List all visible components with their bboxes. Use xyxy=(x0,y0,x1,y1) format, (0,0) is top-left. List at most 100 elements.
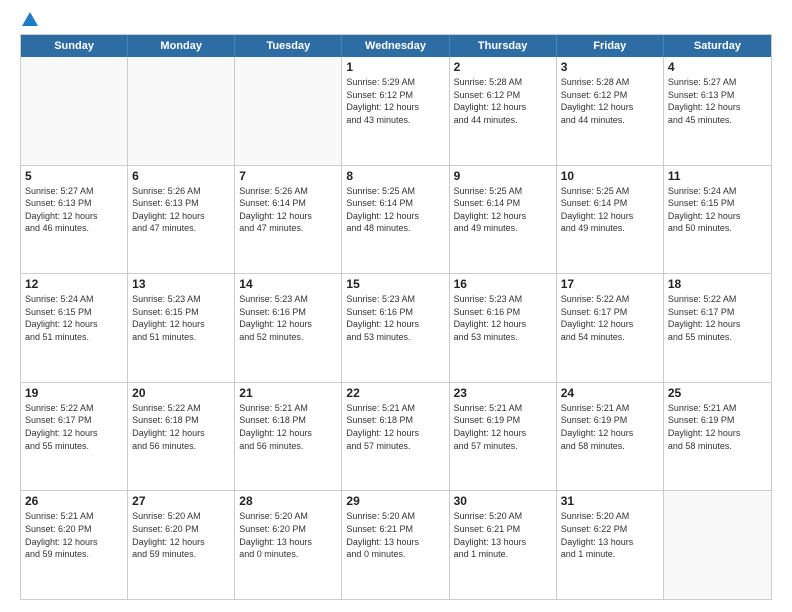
cell-info: Sunrise: 5:21 AM Sunset: 6:19 PM Dayligh… xyxy=(561,402,659,452)
day-number: 22 xyxy=(346,386,444,400)
cell-info: Sunrise: 5:22 AM Sunset: 6:18 PM Dayligh… xyxy=(132,402,230,452)
calendar-cell: 28 Sunrise: 5:20 AM Sunset: 6:20 PM Dayli… xyxy=(235,491,342,599)
calendar-cell: 7 Sunrise: 5:26 AM Sunset: 6:14 PM Daylig… xyxy=(235,166,342,274)
calendar-cell: 13Sunrise: 5:23 AM Sunset: 6:15 PM Dayli… xyxy=(128,274,235,382)
cell-info: Sunrise: 5:21 AM Sunset: 6:18 PM Dayligh… xyxy=(239,402,337,452)
calendar-header-cell: Thursday xyxy=(450,35,557,57)
calendar-cell: 5 Sunrise: 5:27 AM Sunset: 6:13 PM Daylig… xyxy=(21,166,128,274)
calendar-header-cell: Saturday xyxy=(664,35,771,57)
cell-info: Sunrise: 5:24 AM Sunset: 6:15 PM Dayligh… xyxy=(25,293,123,343)
calendar-cell: 1Sunrise: 5:29 AM Sunset: 6:12 PM Daylig… xyxy=(342,57,449,165)
calendar-cell: 30 Sunrise: 5:20 AM Sunset: 6:21 PM Dayli… xyxy=(450,491,557,599)
calendar-cell: 18 Sunrise: 5:22 AM Sunset: 6:17 PM Dayli… xyxy=(664,274,771,382)
day-number: 6 xyxy=(132,169,230,183)
calendar-cell: 6 Sunrise: 5:26 AM Sunset: 6:13 PM Daylig… xyxy=(128,166,235,274)
logo xyxy=(20,16,38,26)
cell-info: Sunrise: 5:24 AM Sunset: 6:15 PM Dayligh… xyxy=(668,185,767,235)
day-number: 16 xyxy=(454,277,552,291)
day-number: 29 xyxy=(346,494,444,508)
page: SundayMondayTuesdayWednesdayThursdayFrid… xyxy=(0,0,792,612)
day-number: 26 xyxy=(25,494,123,508)
cell-info: Sunrise: 5:22 AM Sunset: 6:17 PM Dayligh… xyxy=(561,293,659,343)
cell-info: Sunrise: 5:20 AM Sunset: 6:20 PM Dayligh… xyxy=(132,510,230,560)
calendar-cell: 26 Sunrise: 5:21 AM Sunset: 6:20 PM Dayli… xyxy=(21,491,128,599)
day-number: 7 xyxy=(239,169,337,183)
cell-info: Sunrise: 5:22 AM Sunset: 6:17 PM Dayligh… xyxy=(668,293,767,343)
calendar-cell: 31 Sunrise: 5:20 AM Sunset: 6:22 PM Dayli… xyxy=(557,491,664,599)
day-number: 20 xyxy=(132,386,230,400)
calendar-week: 1Sunrise: 5:29 AM Sunset: 6:12 PM Daylig… xyxy=(21,57,771,166)
cell-info: Sunrise: 5:27 AM Sunset: 6:13 PM Dayligh… xyxy=(668,76,767,126)
day-number: 12 xyxy=(25,277,123,291)
cell-info: Sunrise: 5:21 AM Sunset: 6:20 PM Dayligh… xyxy=(25,510,123,560)
calendar-cell: 15Sunrise: 5:23 AM Sunset: 6:16 PM Dayli… xyxy=(342,274,449,382)
day-number: 5 xyxy=(25,169,123,183)
calendar-cell: 25 Sunrise: 5:21 AM Sunset: 6:19 PM Dayli… xyxy=(664,383,771,491)
day-number: 11 xyxy=(668,169,767,183)
day-number: 10 xyxy=(561,169,659,183)
day-number: 13 xyxy=(132,277,230,291)
calendar-header-cell: Monday xyxy=(128,35,235,57)
calendar-body: 1Sunrise: 5:29 AM Sunset: 6:12 PM Daylig… xyxy=(21,57,771,599)
cell-info: Sunrise: 5:21 AM Sunset: 6:18 PM Dayligh… xyxy=(346,402,444,452)
day-number: 30 xyxy=(454,494,552,508)
calendar-week: 19 Sunrise: 5:22 AM Sunset: 6:17 PM Dayli… xyxy=(21,383,771,492)
calendar-cell: 12 Sunrise: 5:24 AM Sunset: 6:15 PM Dayli… xyxy=(21,274,128,382)
calendar-cell: 4 Sunrise: 5:27 AM Sunset: 6:13 PM Daylig… xyxy=(664,57,771,165)
calendar-week: 12 Sunrise: 5:24 AM Sunset: 6:15 PM Dayli… xyxy=(21,274,771,383)
calendar-cell xyxy=(235,57,342,165)
calendar-cell xyxy=(664,491,771,599)
calendar-week: 5 Sunrise: 5:27 AM Sunset: 6:13 PM Daylig… xyxy=(21,166,771,275)
cell-info: Sunrise: 5:21 AM Sunset: 6:19 PM Dayligh… xyxy=(668,402,767,452)
logo-triangle-icon xyxy=(22,12,38,26)
day-number: 31 xyxy=(561,494,659,508)
cell-info: Sunrise: 5:28 AM Sunset: 6:12 PM Dayligh… xyxy=(561,76,659,126)
header xyxy=(20,16,772,26)
calendar-cell: 29 Sunrise: 5:20 AM Sunset: 6:21 PM Dayli… xyxy=(342,491,449,599)
calendar-cell: 19 Sunrise: 5:22 AM Sunset: 6:17 PM Dayli… xyxy=(21,383,128,491)
calendar-cell: 10Sunrise: 5:25 AM Sunset: 6:14 PM Dayli… xyxy=(557,166,664,274)
cell-info: Sunrise: 5:20 AM Sunset: 6:21 PM Dayligh… xyxy=(346,510,444,560)
cell-info: Sunrise: 5:25 AM Sunset: 6:14 PM Dayligh… xyxy=(454,185,552,235)
day-number: 2 xyxy=(454,60,552,74)
day-number: 17 xyxy=(561,277,659,291)
day-number: 3 xyxy=(561,60,659,74)
cell-info: Sunrise: 5:26 AM Sunset: 6:13 PM Dayligh… xyxy=(132,185,230,235)
day-number: 23 xyxy=(454,386,552,400)
calendar-cell: 17 Sunrise: 5:22 AM Sunset: 6:17 PM Dayli… xyxy=(557,274,664,382)
cell-info: Sunrise: 5:28 AM Sunset: 6:12 PM Dayligh… xyxy=(454,76,552,126)
calendar-cell: 24 Sunrise: 5:21 AM Sunset: 6:19 PM Dayli… xyxy=(557,383,664,491)
day-number: 9 xyxy=(454,169,552,183)
calendar-header-cell: Sunday xyxy=(21,35,128,57)
calendar-cell: 8Sunrise: 5:25 AM Sunset: 6:14 PM Daylig… xyxy=(342,166,449,274)
day-number: 24 xyxy=(561,386,659,400)
calendar-header-cell: Tuesday xyxy=(235,35,342,57)
cell-info: Sunrise: 5:27 AM Sunset: 6:13 PM Dayligh… xyxy=(25,185,123,235)
cell-info: Sunrise: 5:20 AM Sunset: 6:22 PM Dayligh… xyxy=(561,510,659,560)
day-number: 25 xyxy=(668,386,767,400)
calendar-cell: 14 Sunrise: 5:23 AM Sunset: 6:16 PM Dayli… xyxy=(235,274,342,382)
day-number: 27 xyxy=(132,494,230,508)
cell-info: Sunrise: 5:23 AM Sunset: 6:16 PM Dayligh… xyxy=(454,293,552,343)
calendar-cell xyxy=(21,57,128,165)
calendar-cell: 3 Sunrise: 5:28 AM Sunset: 6:12 PM Daylig… xyxy=(557,57,664,165)
cell-info: Sunrise: 5:26 AM Sunset: 6:14 PM Dayligh… xyxy=(239,185,337,235)
cell-info: Sunrise: 5:25 AM Sunset: 6:14 PM Dayligh… xyxy=(346,185,444,235)
cell-info: Sunrise: 5:23 AM Sunset: 6:16 PM Dayligh… xyxy=(239,293,337,343)
day-number: 14 xyxy=(239,277,337,291)
day-number: 19 xyxy=(25,386,123,400)
calendar-cell: 11 Sunrise: 5:24 AM Sunset: 6:15 PM Dayli… xyxy=(664,166,771,274)
day-number: 18 xyxy=(668,277,767,291)
calendar-week: 26 Sunrise: 5:21 AM Sunset: 6:20 PM Dayli… xyxy=(21,491,771,599)
day-number: 4 xyxy=(668,60,767,74)
calendar: SundayMondayTuesdayWednesdayThursdayFrid… xyxy=(20,34,772,600)
cell-info: Sunrise: 5:20 AM Sunset: 6:20 PM Dayligh… xyxy=(239,510,337,560)
cell-info: Sunrise: 5:22 AM Sunset: 6:17 PM Dayligh… xyxy=(25,402,123,452)
calendar-cell: 21Sunrise: 5:21 AM Sunset: 6:18 PM Dayli… xyxy=(235,383,342,491)
cell-info: Sunrise: 5:20 AM Sunset: 6:21 PM Dayligh… xyxy=(454,510,552,560)
calendar-header-cell: Friday xyxy=(557,35,664,57)
calendar-cell xyxy=(128,57,235,165)
day-number: 28 xyxy=(239,494,337,508)
day-number: 1 xyxy=(346,60,444,74)
calendar-header-cell: Wednesday xyxy=(342,35,449,57)
